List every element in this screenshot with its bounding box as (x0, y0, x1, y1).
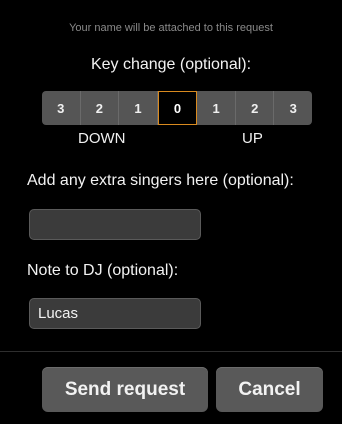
key-option-down-2[interactable]: 2 (80, 91, 120, 125)
key-change-title: Key change (optional): (90, 56, 252, 73)
extra-singers-label: Add any extra singers here (optional): (27, 172, 294, 189)
key-option-up-2[interactable]: 2 (235, 91, 275, 125)
key-up-label: UP (242, 130, 263, 147)
note-to-dj-label: Note to DJ (optional): (27, 262, 179, 279)
divider (0, 351, 342, 352)
key-option-down-1[interactable]: 1 (119, 91, 158, 125)
key-option-up-1[interactable]: 1 (197, 91, 236, 125)
extra-singers-input[interactable] (29, 209, 201, 240)
name-attached-notice: Your name will be attached to this reque… (69, 22, 273, 34)
key-down-label: DOWN (78, 130, 126, 147)
cancel-button[interactable]: Cancel (216, 367, 323, 412)
note-to-dj-input[interactable] (29, 298, 201, 329)
key-change-selector[interactable]: 3 2 1 0 1 2 3 (42, 91, 313, 125)
key-option-0[interactable]: 0 (157, 91, 198, 125)
key-option-down-3[interactable]: 3 (42, 91, 81, 125)
key-option-up-3[interactable]: 3 (274, 91, 313, 125)
send-request-button[interactable]: Send request (42, 367, 208, 412)
